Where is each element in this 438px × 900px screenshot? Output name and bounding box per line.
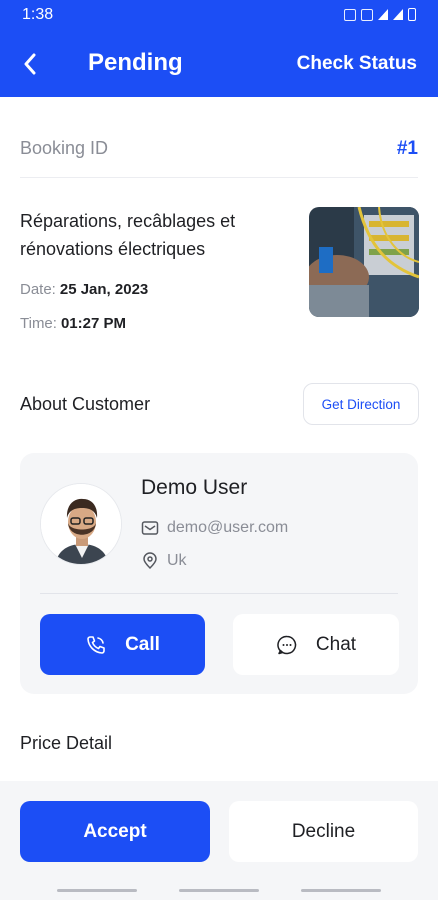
booking-id-value: #1: [396, 137, 418, 159]
check-status-button[interactable]: Check Status: [297, 53, 417, 75]
date-value: 25 Jan, 2023: [59, 281, 149, 298]
customer-email: demo@user.com: [167, 519, 289, 536]
time-value: 01:27 PM: [60, 315, 126, 332]
booking-time: Time: 01:27 PM: [20, 315, 126, 332]
signal-icon: [393, 9, 403, 20]
page-title: Pending: [88, 49, 183, 76]
nav-back-button[interactable]: [301, 889, 381, 892]
status-time: 1:38: [22, 6, 54, 23]
date-label: Date:: [20, 281, 56, 298]
accept-button[interactable]: Accept: [20, 801, 210, 862]
customer-location-row: Uk: [141, 552, 187, 570]
booking-id-label: Booking ID: [20, 138, 109, 158]
location-pin-icon: [143, 552, 157, 570]
app-header: 1:38 Pending Check Status: [0, 0, 438, 97]
wifi-icon: [361, 8, 373, 21]
call-button[interactable]: Call: [40, 614, 205, 675]
bottom-action-bar: Accept Decline: [0, 781, 438, 900]
call-label: Call: [125, 633, 160, 655]
booking-id-row: Booking ID #1: [20, 120, 418, 178]
avatar: [40, 483, 122, 565]
signal-icon: [378, 9, 388, 20]
chat-label: Chat: [315, 633, 357, 655]
phone-icon: [87, 635, 105, 654]
price-detail-title: Price Detail: [20, 733, 113, 753]
customer-name: Demo User: [141, 476, 248, 499]
about-customer-title: About Customer: [20, 394, 151, 414]
battery-icon: [408, 8, 416, 21]
get-direction-button[interactable]: Get Direction: [303, 383, 419, 425]
customer-location: Uk: [167, 552, 187, 569]
service-title: Réparations, recâblages et rénovations é…: [20, 211, 236, 259]
card-divider: [40, 593, 398, 594]
time-label: Time:: [20, 315, 57, 332]
customer-email-row: demo@user.com: [141, 519, 288, 537]
decline-button[interactable]: Decline: [229, 801, 418, 862]
back-button[interactable]: [16, 50, 44, 78]
chat-button[interactable]: Chat: [233, 614, 399, 675]
status-bar: 1:38: [0, 0, 438, 30]
mail-icon: [141, 521, 159, 535]
nav-recents-button[interactable]: [57, 889, 137, 892]
mute-icon: [344, 8, 356, 21]
chevron-left-icon: [24, 53, 36, 75]
chat-bubble-icon: [277, 635, 297, 654]
nav-home-button[interactable]: [179, 889, 259, 892]
booking-detail-screen: 1:38 Pending Check Status Booking ID #1 …: [0, 0, 438, 900]
service-image: [309, 207, 419, 317]
booking-date: Date: 25 Jan, 2023: [20, 281, 148, 298]
status-icons: [344, 8, 416, 21]
customer-card: Demo User demo@user.com Uk Call Chat: [20, 453, 418, 694]
